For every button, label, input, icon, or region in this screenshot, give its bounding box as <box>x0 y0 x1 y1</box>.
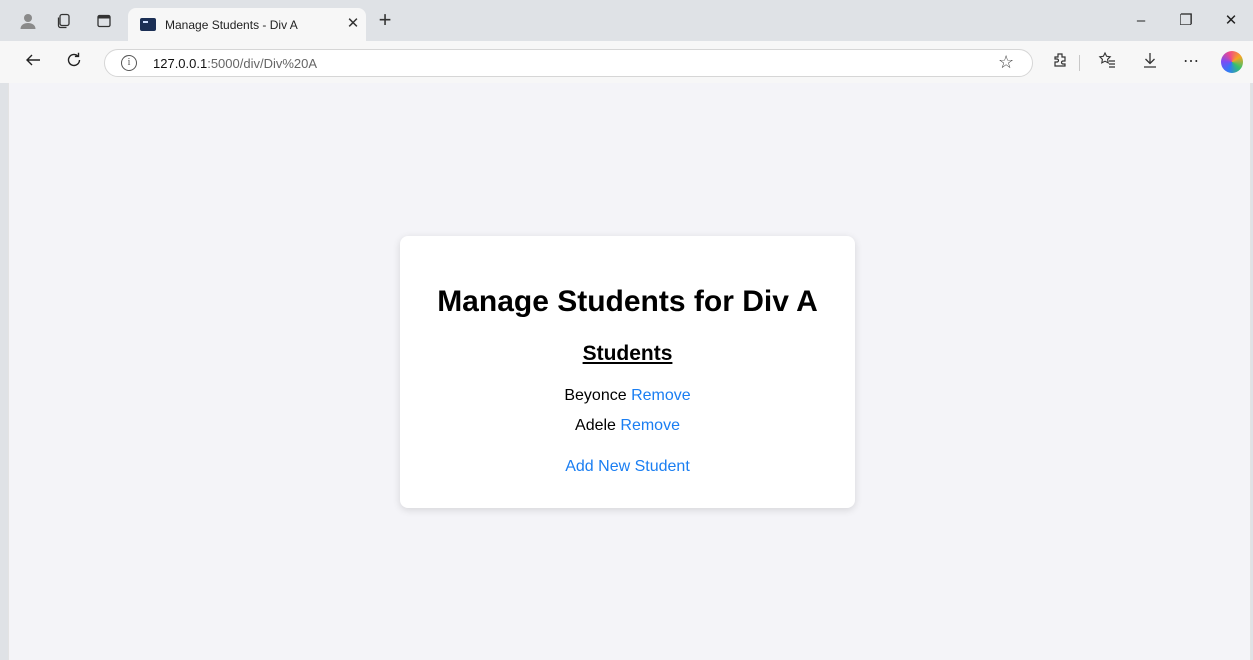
refresh-icon[interactable] <box>63 51 85 73</box>
favorites-icon[interactable] <box>1096 51 1118 73</box>
active-tab[interactable]: Manage Students - Div A ✕ <box>128 8 366 41</box>
profile-icon[interactable] <box>16 9 40 33</box>
add-new-student-link[interactable]: Add New Student <box>565 458 690 475</box>
student-list: Beyonce Remove Adele Remove <box>400 387 855 447</box>
terminal-favicon-icon <box>140 18 156 31</box>
downloads-icon[interactable] <box>1139 51 1161 73</box>
navigation-bar: i 127.0.0.1:5000/div/Div%20A ☆ ⋯ <box>0 41 1253 83</box>
list-item: Adele Remove <box>400 417 855 447</box>
close-window-button[interactable]: ✕ <box>1220 10 1242 32</box>
tab-strip: Manage Students - Div A ✕ + – ❐ ✕ <box>0 0 1253 41</box>
student-name: Adele <box>575 417 616 434</box>
address-url[interactable]: 127.0.0.1:5000/div/Div%20A <box>153 56 317 71</box>
workspaces-icon[interactable] <box>52 9 76 33</box>
page-viewport: Manage Students for Div A Students Beyon… <box>8 83 1251 660</box>
manage-students-card: Manage Students for Div A Students Beyon… <box>400 236 855 508</box>
page-title: Manage Students for Div A <box>437 285 818 318</box>
students-heading: Students <box>582 342 673 365</box>
more-icon[interactable]: ⋯ <box>1180 51 1202 73</box>
back-icon[interactable] <box>22 51 44 73</box>
student-name: Beyonce <box>564 387 627 404</box>
remove-student-link[interactable]: Remove <box>631 387 691 404</box>
tab-actions-icon[interactable] <box>92 9 116 33</box>
address-bar[interactable]: i 127.0.0.1:5000/div/Div%20A ☆ <box>104 49 1033 77</box>
list-item: Beyonce Remove <box>400 387 855 417</box>
extensions-icon[interactable] <box>1049 51 1071 73</box>
tab-close-icon[interactable]: ✕ <box>344 15 362 33</box>
remove-student-link[interactable]: Remove <box>620 417 680 434</box>
copilot-icon[interactable] <box>1221 51 1243 73</box>
new-tab-button[interactable]: + <box>374 9 396 32</box>
restore-button[interactable]: ❐ <box>1175 10 1197 32</box>
tab-title: Manage Students - Div A <box>165 18 298 32</box>
minimize-button[interactable]: – <box>1130 10 1152 32</box>
favorite-star-icon[interactable]: ☆ <box>998 52 1014 73</box>
info-icon[interactable]: i <box>121 55 137 71</box>
toolbar-divider <box>1079 55 1080 71</box>
